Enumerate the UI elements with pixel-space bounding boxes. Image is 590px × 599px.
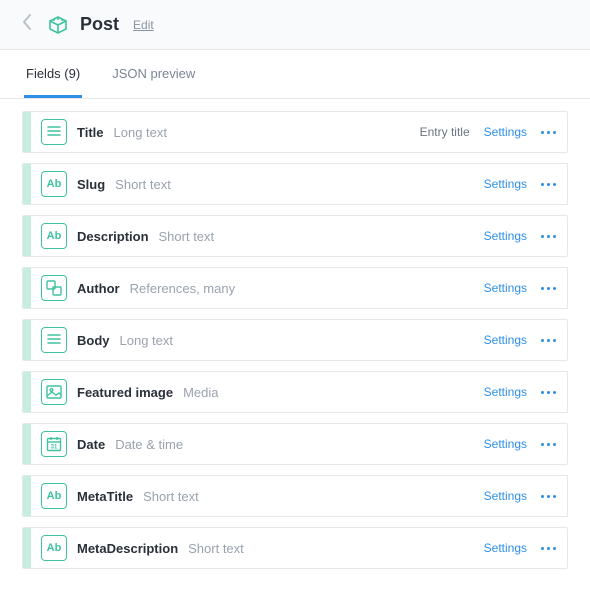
settings-link[interactable]: Settings (484, 489, 527, 503)
more-actions-icon[interactable] (537, 277, 559, 299)
field-name: Description (77, 229, 149, 244)
more-actions-icon[interactable] (537, 537, 559, 559)
settings-link[interactable]: Settings (484, 385, 527, 399)
media-icon (41, 379, 67, 405)
field-row[interactable]: Author References, many Settings (22, 267, 568, 309)
field-name: Featured image (77, 385, 173, 400)
field-name: Body (77, 333, 110, 348)
drag-handle[interactable] (23, 320, 31, 360)
entry-title-badge: Entry title (420, 125, 470, 139)
drag-handle[interactable] (23, 372, 31, 412)
field-type-label: References, many (130, 281, 236, 296)
fields-list: Title Long text Entry title Settings Ab Slug S… (0, 99, 590, 599)
field-name: Date (77, 437, 105, 452)
drag-handle[interactable] (23, 528, 31, 568)
drag-handle[interactable] (23, 216, 31, 256)
more-actions-icon[interactable] (537, 329, 559, 351)
page-title: Post (80, 14, 119, 35)
settings-link[interactable]: Settings (484, 281, 527, 295)
shorttext-icon: Ab (41, 535, 67, 561)
field-type-label: Long text (114, 125, 168, 140)
field-type-label: Short text (159, 229, 215, 244)
svg-text:31: 31 (51, 445, 58, 451)
longtext-icon (41, 327, 67, 353)
longtext-icon (41, 119, 67, 145)
field-name: MetaDescription (77, 541, 178, 556)
field-name: Author (77, 281, 120, 296)
shorttext-icon: Ab (41, 223, 67, 249)
tab-fields[interactable]: Fields (9) (24, 50, 82, 98)
edit-link[interactable]: Edit (133, 18, 154, 32)
more-actions-icon[interactable] (537, 121, 559, 143)
settings-link[interactable]: Settings (484, 125, 527, 139)
tab-json-preview[interactable]: JSON preview (110, 50, 197, 98)
settings-link[interactable]: Settings (484, 177, 527, 191)
date-icon: 31 (41, 431, 67, 457)
field-row[interactable]: 31 Date Date & time Settings (22, 423, 568, 465)
content-type-icon (46, 13, 70, 37)
header-bar: Post Edit (0, 0, 590, 50)
field-row[interactable]: Featured image Media Settings (22, 371, 568, 413)
shorttext-icon: Ab (41, 171, 67, 197)
drag-handle[interactable] (23, 268, 31, 308)
more-actions-icon[interactable] (537, 225, 559, 247)
drag-handle[interactable] (23, 424, 31, 464)
field-type-label: Date & time (115, 437, 183, 452)
field-row[interactable]: Body Long text Settings (22, 319, 568, 361)
more-actions-icon[interactable] (537, 381, 559, 403)
field-type-label: Long text (120, 333, 174, 348)
settings-link[interactable]: Settings (484, 229, 527, 243)
settings-link[interactable]: Settings (484, 333, 527, 347)
field-name: MetaTitle (77, 489, 133, 504)
field-row[interactable]: Ab Description Short text Settings (22, 215, 568, 257)
field-name: Title (77, 125, 104, 140)
reference-icon (41, 275, 67, 301)
field-type-label: Media (183, 385, 218, 400)
tabs: Fields (9) JSON preview (0, 50, 590, 99)
field-type-label: Short text (115, 177, 171, 192)
field-type-label: Short text (188, 541, 244, 556)
drag-handle[interactable] (23, 112, 31, 152)
field-row[interactable]: Ab MetaTitle Short text Settings (22, 475, 568, 517)
back-button[interactable] (14, 10, 40, 39)
drag-handle[interactable] (23, 476, 31, 516)
settings-link[interactable]: Settings (484, 541, 527, 555)
field-name: Slug (77, 177, 105, 192)
settings-link[interactable]: Settings (484, 437, 527, 451)
more-actions-icon[interactable] (537, 433, 559, 455)
field-row[interactable]: Ab Slug Short text Settings (22, 163, 568, 205)
more-actions-icon[interactable] (537, 485, 559, 507)
field-row[interactable]: Title Long text Entry title Settings (22, 111, 568, 153)
more-actions-icon[interactable] (537, 173, 559, 195)
shorttext-icon: Ab (41, 483, 67, 509)
field-type-label: Short text (143, 489, 199, 504)
drag-handle[interactable] (23, 164, 31, 204)
